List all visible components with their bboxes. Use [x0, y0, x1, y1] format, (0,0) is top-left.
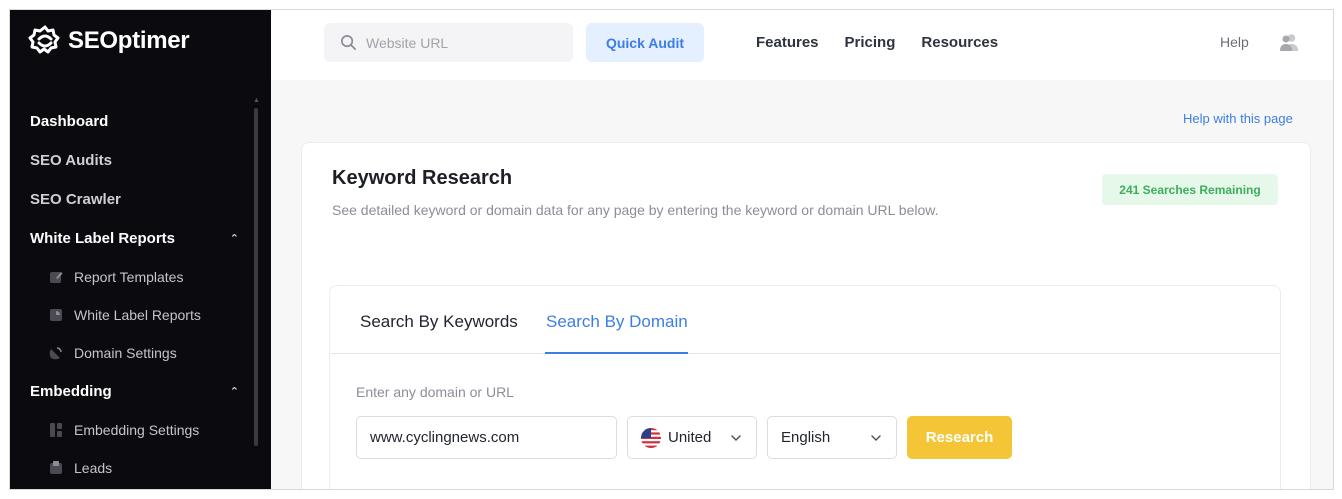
- language-select[interactable]: English: [767, 416, 897, 459]
- sidebar-group-white-label-reports[interactable]: White Label Reports ⌃: [10, 219, 271, 258]
- sidebar-nav: Dashboard SEO Audits SEO Crawler White L…: [10, 102, 271, 487]
- website-url-input[interactable]: [366, 34, 556, 51]
- language-value: English: [781, 429, 831, 446]
- user-avatar-icon[interactable]: [1279, 32, 1299, 52]
- sidebar-item-seo-audits[interactable]: SEO Audits: [10, 141, 271, 180]
- top-nav: Features Pricing Resources: [756, 23, 998, 62]
- app-window: SEOptimer ▲ Dashboard SEO Audits SEO Cra…: [9, 9, 1334, 490]
- sidebar-item-label: White Label Reports: [74, 307, 201, 323]
- sidebar-item-label: SEO Crawler: [30, 191, 121, 208]
- chevron-up-icon[interactable]: ⌃: [230, 232, 239, 245]
- searches-remaining-badge: 241 Searches Remaining: [1102, 174, 1278, 205]
- keyword-research-card: Keyword Research See detailed keyword or…: [301, 142, 1311, 489]
- sidebar-item-seo-crawler[interactable]: SEO Crawler: [10, 180, 271, 219]
- inbox-icon: [48, 460, 64, 476]
- search-icon: [341, 35, 356, 50]
- domain-field-label: Enter any domain or URL: [356, 384, 514, 400]
- search-tabs: Search By Keywords Search By Domain: [330, 286, 1280, 354]
- gear-logo-icon: [28, 25, 60, 54]
- report-icon: [48, 307, 64, 323]
- sidebar-item-label: Report Templates: [74, 269, 184, 285]
- domain-input[interactable]: [356, 416, 617, 459]
- sidebar-item-domain-settings[interactable]: Domain Settings: [10, 334, 271, 372]
- tab-search-by-domain[interactable]: Search By Domain: [546, 312, 688, 332]
- country-value: United: [668, 429, 712, 446]
- logo[interactable]: SEOptimer: [28, 24, 190, 58]
- website-url-search[interactable]: [324, 23, 573, 62]
- sidebar-item-label: Dashboard: [30, 113, 109, 130]
- sidebar-item-report-templates[interactable]: Report Templates: [10, 258, 271, 296]
- sidebar-group-embedding[interactable]: Embedding ⌃: [10, 372, 271, 411]
- research-button[interactable]: Research: [907, 416, 1012, 459]
- page-title: Keyword Research: [332, 167, 513, 189]
- sidebar-item-label: SEO Audits: [30, 152, 112, 169]
- sidebar-item-dashboard[interactable]: Dashboard: [10, 102, 271, 141]
- help-link[interactable]: Help: [1220, 34, 1249, 50]
- help-with-this-page-link[interactable]: Help with this page: [1183, 111, 1293, 126]
- sidebar-item-label: Leads: [74, 460, 113, 476]
- active-tab-indicator: [545, 352, 688, 354]
- sidebar-item-label: Domain Settings: [74, 345, 177, 361]
- chevron-down-icon: [731, 435, 741, 442]
- sidebar-item-embedding-settings[interactable]: Embedding Settings: [10, 411, 271, 449]
- page-subtitle: See detailed keyword or domain data for …: [332, 202, 939, 218]
- nav-resources-link[interactable]: Resources: [921, 34, 998, 51]
- sidebar-group-label: White Label Reports: [30, 230, 176, 247]
- chevron-down-icon: [871, 435, 881, 442]
- nav-features-link[interactable]: Features: [756, 34, 819, 51]
- nav-pricing-link[interactable]: Pricing: [845, 34, 896, 51]
- satellite-icon: [48, 345, 64, 361]
- sidebar-item-white-label-reports[interactable]: White Label Reports: [10, 296, 271, 334]
- country-select[interactable]: United: [627, 416, 757, 459]
- chevron-up-icon[interactable]: ⌃: [230, 385, 239, 398]
- search-panel: Search By Keywords Search By Domain Ente…: [329, 285, 1281, 489]
- top-bar: Quick Audit Features Pricing Resources H…: [271, 10, 1333, 80]
- us-flag-icon: [641, 427, 661, 448]
- brand-name: SEOptimer: [68, 27, 190, 54]
- embed-icon: [48, 422, 64, 438]
- sidebar-item-leads[interactable]: Leads: [10, 449, 271, 487]
- sidebar-group-label: Embedding: [30, 383, 112, 400]
- tab-search-by-keywords[interactable]: Search By Keywords: [360, 312, 518, 332]
- quick-audit-button[interactable]: Quick Audit: [586, 23, 704, 62]
- sidebar-item-label: Embedding Settings: [74, 422, 200, 438]
- sidebar: SEOptimer ▲ Dashboard SEO Audits SEO Cra…: [10, 10, 271, 489]
- edit-icon: [48, 269, 64, 285]
